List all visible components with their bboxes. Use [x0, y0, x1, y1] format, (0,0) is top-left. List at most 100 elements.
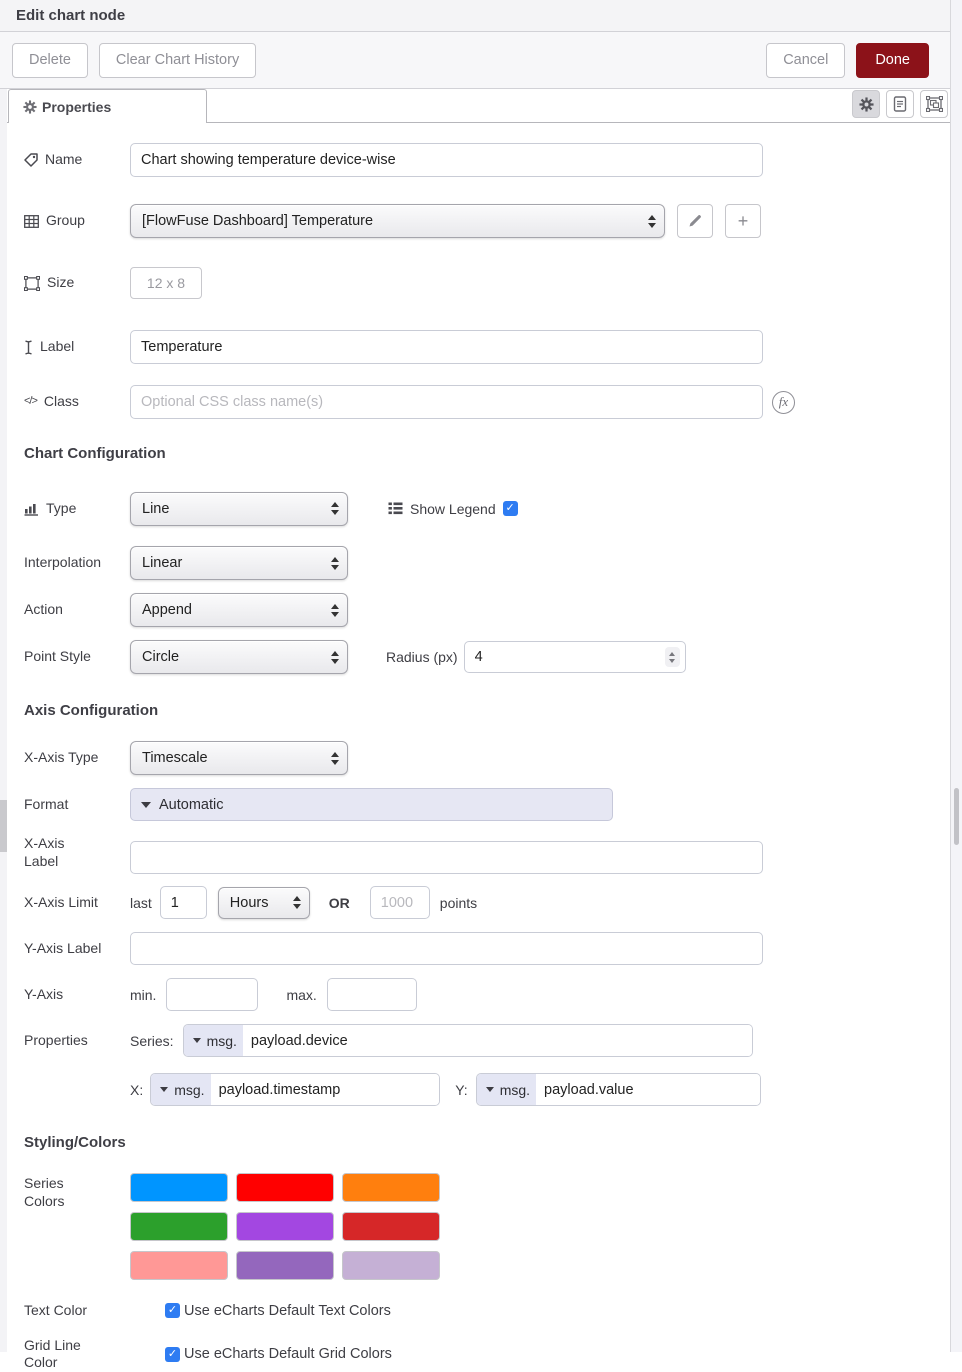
tab-properties[interactable]: Properties	[8, 89, 207, 123]
x-typed-input: msg.	[150, 1073, 440, 1106]
text-color-checkbox[interactable]	[165, 1303, 180, 1318]
tray-icon-buttons	[852, 90, 948, 122]
format-dropdown[interactable]: Automatic	[130, 788, 613, 821]
series-label: Series:	[130, 1033, 174, 1049]
format-label: Format	[24, 796, 130, 814]
show-legend-checkbox[interactable]	[503, 501, 518, 516]
series-color-swatch-4[interactable]	[130, 1212, 228, 1241]
series-color-swatch-5[interactable]	[236, 1212, 334, 1241]
grid-color-checkbox[interactable]	[165, 1347, 180, 1362]
x-type-dropdown[interactable]: msg.	[151, 1074, 210, 1105]
type-label-group: Type	[24, 484, 130, 533]
series-color-swatch-8[interactable]	[236, 1251, 334, 1280]
x-property-input[interactable]	[211, 1074, 440, 1105]
y-axis-min-label: min.	[130, 987, 156, 1003]
series-color-swatch-1[interactable]	[130, 1173, 228, 1202]
object-group-icon	[926, 96, 943, 112]
select-arrows-icon	[331, 752, 339, 765]
label-input[interactable]	[130, 330, 763, 364]
scrollbar-thumb[interactable]	[954, 788, 959, 845]
group-select[interactable]: [FlowFuse Dashboard] Temperature	[130, 204, 665, 238]
action-selected-value: Append	[142, 602, 323, 618]
y-type-dropdown[interactable]: msg.	[477, 1074, 536, 1105]
y-axis-label-input[interactable]	[130, 932, 763, 965]
x-axis-limit-last-input[interactable]	[160, 886, 207, 919]
series-input[interactable]	[243, 1025, 752, 1056]
group-label: Group	[46, 212, 85, 230]
interpolation-label: Interpolation	[24, 554, 130, 572]
size-label-group: Size	[24, 258, 130, 308]
y-axis-label-label: Y-Axis Label	[24, 940, 130, 958]
number-stepper-icon[interactable]	[665, 647, 680, 667]
text-color-label: Text Color	[24, 1302, 130, 1320]
class-label-group: </> Class	[24, 393, 130, 411]
delete-button[interactable]: Delete	[12, 43, 88, 78]
done-button[interactable]: Done	[856, 43, 929, 78]
x-axis-limit-unit-select[interactable]: Hours	[218, 887, 310, 919]
y-property-input[interactable]	[536, 1074, 760, 1105]
x-axis-limit-points-input[interactable]	[370, 886, 430, 919]
point-style-label: Point Style	[24, 648, 130, 666]
class-input[interactable]	[130, 385, 763, 419]
action-row: Action Append	[24, 593, 938, 627]
select-arrows-icon	[293, 896, 301, 909]
properties-gear-button[interactable]	[852, 90, 880, 118]
tray-resize-strip[interactable]	[0, 89, 7, 1352]
x-axis-label-input[interactable]	[130, 841, 763, 874]
appearance-button[interactable]	[920, 90, 948, 118]
edit-group-button[interactable]	[677, 204, 713, 238]
point-style-row: Point Style Circle Radius (px)	[24, 640, 938, 674]
size-button[interactable]: 12 x 8	[130, 267, 202, 299]
select-arrows-icon	[331, 557, 339, 570]
description-button[interactable]	[886, 90, 914, 118]
label-label: Label	[40, 338, 74, 356]
x-property-label: X:	[130, 1082, 143, 1098]
vertical-scrollbar[interactable]	[950, 0, 962, 1352]
y-axis-max-label: max.	[286, 987, 316, 1003]
interpolation-select[interactable]: Linear	[130, 546, 348, 580]
x-axis-limit-label: X-Axis Limit	[24, 894, 130, 912]
series-color-swatch-6[interactable]	[342, 1212, 440, 1241]
radius-label: Radius (px)	[386, 649, 458, 665]
grid-color-row: Grid Line Color Use eCharts Default Grid…	[24, 1337, 938, 1372]
text-color-checkbox-label: Use eCharts Default Text Colors	[184, 1303, 391, 1319]
i-cursor-icon	[24, 322, 33, 372]
show-legend-label: Show Legend	[410, 501, 496, 517]
point-style-select[interactable]: Circle	[130, 640, 348, 674]
clear-chart-history-button[interactable]: Clear Chart History	[99, 43, 256, 78]
tray-resize-grip[interactable]	[0, 800, 7, 852]
chevron-down-icon	[193, 1038, 201, 1043]
group-label-group: Group	[24, 197, 130, 245]
th-list-icon	[388, 502, 403, 515]
y-axis-max-input[interactable]	[327, 978, 417, 1011]
axis-configuration-heading: Axis Configuration	[24, 702, 938, 719]
type-selected-value: Line	[142, 501, 323, 517]
action-select[interactable]: Append	[130, 593, 348, 627]
type-select[interactable]: Line	[130, 492, 348, 526]
radius-input[interactable]	[464, 641, 686, 673]
name-row: Name	[24, 135, 938, 184]
name-input[interactable]	[130, 143, 763, 177]
pencil-icon	[688, 214, 702, 228]
series-color-swatch-2[interactable]	[236, 1173, 334, 1202]
size-label: Size	[47, 274, 74, 292]
group-row: Group [FlowFuse Dashboard] Temperature +	[24, 197, 938, 245]
group-selected-value: [FlowFuse Dashboard] Temperature	[142, 213, 640, 229]
cancel-button[interactable]: Cancel	[766, 43, 845, 78]
select-arrows-icon	[648, 215, 656, 228]
series-color-swatch-9[interactable]	[342, 1251, 440, 1280]
select-arrows-icon	[331, 651, 339, 664]
properties-label: Properties	[24, 1032, 130, 1050]
plus-icon: +	[738, 211, 749, 232]
series-color-swatch-7[interactable]	[130, 1251, 228, 1280]
add-group-button[interactable]: +	[725, 204, 761, 238]
radius-input-wrap	[464, 641, 686, 673]
gear-icon	[23, 100, 37, 114]
x-axis-type-select[interactable]: Timescale	[130, 741, 348, 775]
grid-color-label: Grid Line Color	[24, 1337, 130, 1372]
series-type-dropdown[interactable]: msg.	[184, 1025, 243, 1056]
series-color-swatch-3[interactable]	[342, 1173, 440, 1202]
select-arrows-icon	[331, 604, 339, 617]
y-axis-min-input[interactable]	[166, 978, 258, 1011]
chevron-down-icon	[141, 802, 151, 808]
